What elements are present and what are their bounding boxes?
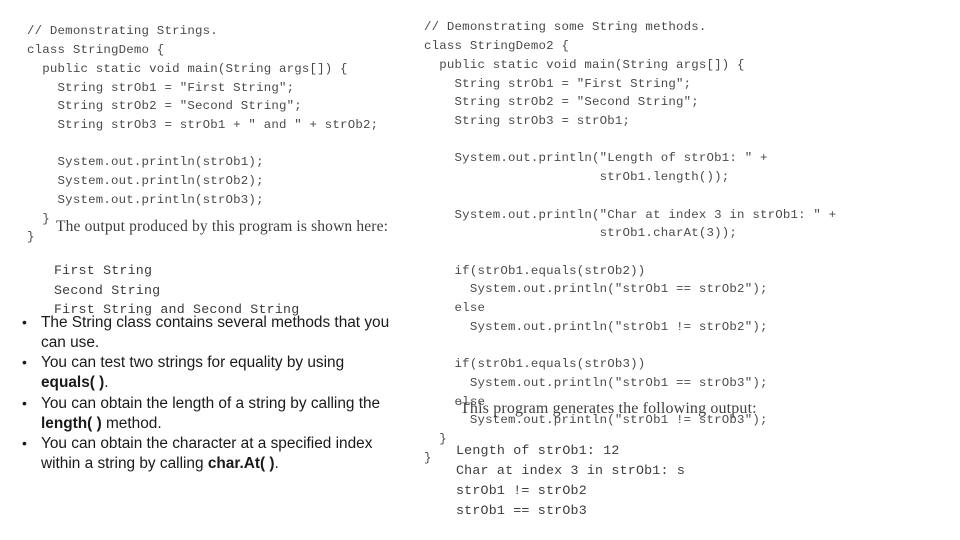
slide-page: // Demonstrating Strings. class StringDe… xyxy=(0,0,960,540)
bullet-dot-icon: • xyxy=(22,394,27,411)
method-name: equals( ) xyxy=(41,374,105,392)
text-run: You can obtain the character at a specif… xyxy=(41,435,373,473)
list-item: • You can obtain the character at a speci… xyxy=(22,434,392,473)
list-item: • You can test two strings for equality b… xyxy=(22,353,392,392)
text-run: You can test two strings for equality by… xyxy=(41,354,345,372)
bullet-dot-icon: • xyxy=(22,435,27,452)
list-item-label: You can test two strings for equality by… xyxy=(41,353,392,392)
right-output-caption: This program generates the following out… xyxy=(460,400,757,417)
text-run: . xyxy=(274,455,279,473)
text-run: method. xyxy=(101,414,162,432)
bullet-list: • The String class contains several metho… xyxy=(22,313,392,475)
bullet-dot-icon: • xyxy=(22,314,27,330)
text-run: . xyxy=(104,374,109,392)
list-item: • The String class contains several metho… xyxy=(22,313,392,352)
left-output-caption: The output produced by this program is s… xyxy=(56,218,389,235)
list-item-label: You can obtain the character at a specif… xyxy=(41,434,392,473)
left-code-listing: // Demonstrating Strings. class StringDe… xyxy=(27,24,379,245)
method-name: length( ) xyxy=(41,414,102,432)
method-name: char.At( ) xyxy=(207,455,275,473)
right-program-output: Length of strOb1: 12 Char at index 3 in … xyxy=(456,443,686,519)
list-item-label: You can obtain the length of a string by… xyxy=(41,394,392,433)
left-program-output: First String Second String First String … xyxy=(54,263,300,317)
bullet-dot-icon: • xyxy=(22,354,27,371)
list-item-label: The String class contains several method… xyxy=(41,313,392,352)
text-run: The String class contains several method… xyxy=(41,314,390,351)
text-run: You can obtain the length of a string by… xyxy=(41,394,381,412)
list-item: • You can obtain the length of a string b… xyxy=(22,394,392,433)
